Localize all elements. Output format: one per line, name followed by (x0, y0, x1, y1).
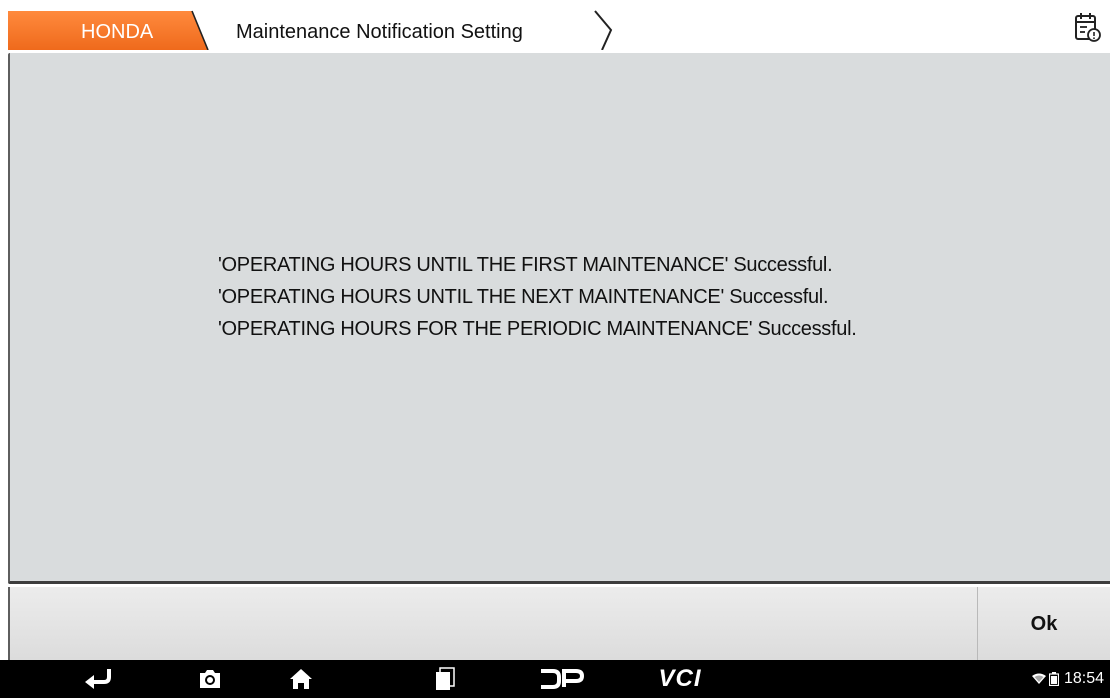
app-header: HONDA Maintenance Notification Setting (0, 0, 1110, 52)
status-area: 18:54 (1031, 660, 1104, 698)
status-clock: 18:54 (1063, 670, 1104, 687)
message-panel: 'OPERATING HOURS UNTIL THE FIRST MAINTEN… (8, 53, 1110, 584)
message-line-next: 'OPERATING HOURS UNTIL THE NEXT MAINTENA… (218, 286, 829, 308)
action-bar: Ok (8, 587, 1110, 660)
breadcrumb-item-current: Maintenance Notification Setting (236, 21, 523, 43)
calendar-report-icon[interactable] (1072, 10, 1102, 44)
system-nav-bar: VCI 18:54 (0, 660, 1110, 698)
ok-button[interactable]: Ok (977, 587, 1110, 660)
vci-button[interactable]: VCI (650, 660, 710, 698)
message-line-first: 'OPERATING HOURS UNTIL THE FIRST MAINTEN… (218, 254, 833, 276)
vci-label: VCI (658, 665, 702, 692)
recents-icon[interactable] (430, 660, 460, 698)
dp-icon[interactable] (536, 660, 588, 698)
screenshot-icon[interactable] (193, 660, 227, 698)
battery-icon (1048, 672, 1059, 686)
result-messages: 'OPERATING HOURS UNTIL THE FIRST MAINTEN… (218, 249, 857, 345)
wifi-icon (1031, 673, 1046, 684)
home-icon[interactable] (284, 660, 318, 698)
message-line-periodic: 'OPERATING HOURS FOR THE PERIODIC MAINTE… (218, 318, 857, 340)
breadcrumb-item-honda[interactable]: HONDA (81, 18, 153, 46)
back-icon[interactable] (78, 660, 118, 698)
